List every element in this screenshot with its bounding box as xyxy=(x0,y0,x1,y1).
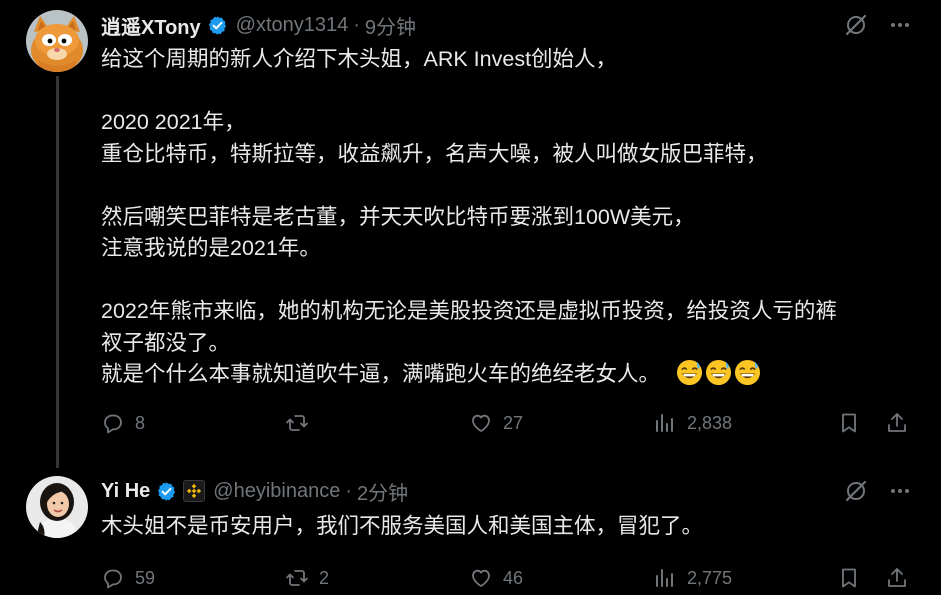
tweet-header: Yi He @heyibinance · 2分钟 xyxy=(101,476,408,506)
share-icon xyxy=(888,568,906,587)
grok-button[interactable] xyxy=(841,476,871,506)
tweet-actions: 8 27 2,838 xyxy=(101,408,913,438)
author-handle[interactable]: @heyibinance xyxy=(213,480,340,503)
tweet-text: 木头姐不是币安用户，我们不服务美国人和美国主体，冒犯了。 xyxy=(101,511,921,543)
binance-logo-icon xyxy=(187,483,202,499)
share-button[interactable] xyxy=(885,563,909,593)
bookmark-icon xyxy=(842,413,856,433)
garfield-avatar-icon xyxy=(26,10,88,72)
grok-button[interactable] xyxy=(841,10,871,40)
bookmark-button[interactable] xyxy=(837,408,861,438)
like-count: 46 xyxy=(503,567,524,588)
tweet-text: 给这个周期的新人介绍下木头姐，ARK Invest创始人， 2020 2021年… xyxy=(101,44,921,391)
tweet-actions: 59 2 46 2,775 xyxy=(101,563,913,593)
grinning-sweat-emoji xyxy=(676,359,703,386)
more-button[interactable] xyxy=(885,476,915,506)
repost-button[interactable] xyxy=(285,408,319,438)
heart-icon xyxy=(472,569,490,587)
reply-count: 59 xyxy=(135,567,156,588)
separator-dot: · xyxy=(345,479,353,502)
heart-icon xyxy=(472,414,490,432)
separator-dot: · xyxy=(353,13,360,36)
text-line-with-emoji: 就是个什么本事就知道吹牛逼，满嘴跑火车的绝经老女人。 xyxy=(101,359,921,391)
views-count: 2,775 xyxy=(687,567,733,588)
more-dots-icon xyxy=(891,23,909,27)
binance-affiliate-badge[interactable] xyxy=(183,480,206,502)
post-time[interactable]: 9分钟 xyxy=(365,11,416,40)
reply-icon xyxy=(104,414,122,434)
repost-icon xyxy=(286,570,308,586)
text-line: 木头姐不是币安用户，我们不服务美国人和美国主体，冒犯了。 xyxy=(101,514,704,538)
views-chart-icon xyxy=(656,414,673,432)
tweet-header: 逍遥XTony @xtony1314 · 9分钟 xyxy=(101,10,416,40)
bookmark-button[interactable] xyxy=(837,563,861,593)
reply-button[interactable]: 8 xyxy=(101,408,145,438)
text-line: 然后嘲笑巴菲特是老古董，并天天吹比特币要涨到100W美元， xyxy=(101,204,695,229)
verified-badge-icon xyxy=(158,481,176,501)
text-line: 就是个什么本事就知道吹牛逼，满嘴跑火车的绝经老女人。 xyxy=(101,362,661,386)
person-avatar-icon xyxy=(26,476,88,538)
grinning-sweat-emoji xyxy=(734,359,761,386)
grok-icon xyxy=(845,480,867,502)
more-dots-icon xyxy=(891,489,909,493)
repost-button[interactable]: 2 xyxy=(285,563,329,593)
share-button[interactable] xyxy=(885,408,909,438)
emoji-group xyxy=(670,359,763,386)
post-time[interactable]: 2分钟 xyxy=(357,477,408,506)
like-button[interactable]: 46 xyxy=(469,563,523,593)
reply-count: 8 xyxy=(135,412,146,433)
views-chart-icon xyxy=(656,569,673,587)
text-line: 2020 2021年， xyxy=(101,110,246,134)
grok-icon xyxy=(845,14,867,36)
text-line: 重仓比特币，特斯拉等，收益飙升，名声大噪，被人叫做女版巴菲特， xyxy=(101,141,768,166)
bookmark-icon xyxy=(842,568,856,588)
views-button[interactable]: 2,838 xyxy=(653,408,732,438)
reply-button[interactable]: 59 xyxy=(101,563,155,593)
avatar-yihe[interactable] xyxy=(26,476,88,538)
text-line: 衩子都没了。 xyxy=(101,330,231,355)
thread-connector-line xyxy=(56,76,59,468)
grinning-sweat-emoji xyxy=(705,359,732,386)
repost-icon xyxy=(286,415,308,431)
text-line: 注意我说的是2021年。 xyxy=(101,236,321,260)
verified-badge-icon xyxy=(208,15,226,35)
share-icon xyxy=(888,413,906,432)
avatar-xtony[interactable] xyxy=(26,10,88,72)
views-button[interactable]: 2,775 xyxy=(653,563,732,593)
author-name[interactable]: 逍遥XTony xyxy=(101,11,201,40)
like-count: 27 xyxy=(503,412,524,433)
author-handle[interactable]: @xtony1314 xyxy=(236,14,349,37)
author-name[interactable]: Yi He xyxy=(101,480,150,503)
text-line: 2022年熊市来临，她的机构无论是美股投资还是虚拟币投资，给投资人亏的裤 xyxy=(101,299,837,323)
like-button[interactable]: 27 xyxy=(469,408,523,438)
text-line: 给这个周期的新人介绍下木头姐，ARK Invest创始人， xyxy=(101,47,618,71)
reply-icon xyxy=(104,569,122,589)
more-button[interactable] xyxy=(885,10,915,40)
repost-count: 2 xyxy=(319,567,330,588)
views-count: 2,838 xyxy=(687,412,733,433)
